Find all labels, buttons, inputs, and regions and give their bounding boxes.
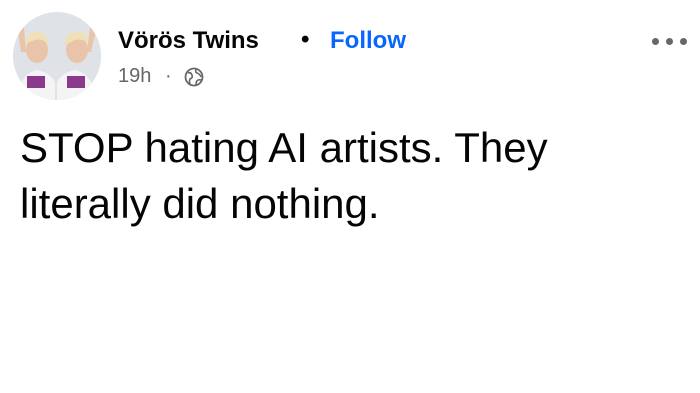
- post-timestamp[interactable]: 19h: [118, 65, 151, 88]
- post-header: Vörös Twins • Follow 19h ·: [0, 0, 700, 100]
- avatar-image: [13, 12, 101, 100]
- globe-icon[interactable]: [184, 67, 204, 87]
- more-options-icon[interactable]: [648, 32, 692, 52]
- name-separator: •: [301, 26, 310, 53]
- follow-button[interactable]: Follow: [330, 27, 406, 55]
- avatar[interactable]: [13, 12, 101, 100]
- more-dot: [666, 38, 673, 45]
- meta-separator: ·: [165, 65, 172, 87]
- more-dot: [680, 38, 687, 45]
- more-dot: [652, 38, 659, 45]
- post-text: STOP hating AI artists. They literally d…: [20, 124, 548, 227]
- page-name-link[interactable]: Vörös Twins: [118, 27, 259, 55]
